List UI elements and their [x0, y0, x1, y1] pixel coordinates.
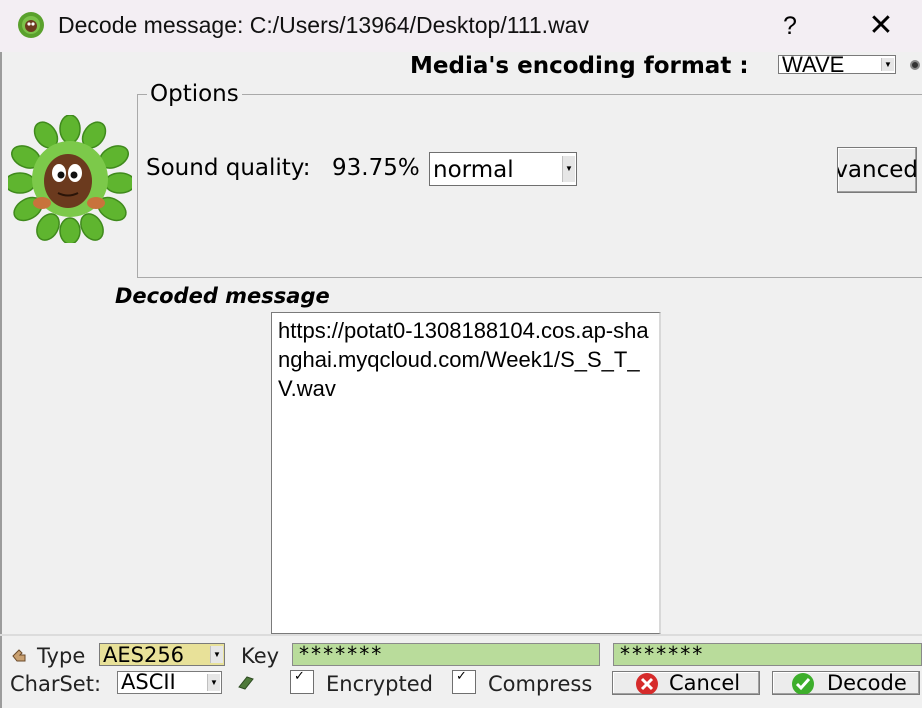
chevron-down-icon[interactable]: ▼	[881, 58, 894, 71]
quality-mode-value: normal	[433, 157, 514, 183]
sound-quality-label: Sound quality:	[146, 155, 311, 181]
encoding-format-select[interactable]: WAVE ▼	[778, 55, 896, 74]
chevron-down-icon[interactable]: ▼	[210, 646, 223, 663]
cancel-button-label: Cancel	[669, 671, 741, 695]
title-bar: Decode message: C:/Users/13964/Desktop/1…	[0, 0, 922, 52]
type-label: Type	[37, 644, 86, 668]
cancel-x-icon	[636, 673, 658, 694]
cancel-button[interactable]: Cancel	[612, 671, 760, 695]
charset-select[interactable]: ASCII ▼	[117, 670, 222, 694]
leaf-face-icon	[18, 12, 44, 38]
book-icon[interactable]	[237, 675, 255, 691]
hand-pointer-icon	[12, 649, 26, 662]
key-label: Key	[241, 644, 280, 668]
options-legend: Options	[147, 81, 242, 107]
decoded-message-textarea[interactable]: https://potat0-1308188104.cos.ap-shangha…	[271, 312, 661, 634]
chevron-down-icon[interactable]: ▼	[207, 674, 220, 691]
compress-checkbox[interactable]: ✓	[452, 670, 476, 694]
radio-dot-icon[interactable]	[910, 60, 920, 70]
chevron-down-icon[interactable]: ▼	[562, 156, 575, 182]
options-group	[137, 94, 922, 278]
sound-quality-value: 93.75%	[332, 155, 420, 181]
decode-button-label: Decode	[827, 671, 907, 695]
advanced-button[interactable]: Advanced	[837, 147, 917, 193]
decode-button[interactable]: Decode	[772, 671, 920, 695]
compress-label: Compress	[488, 672, 593, 696]
close-button[interactable]: ✕	[860, 6, 902, 46]
help-button[interactable]: ?	[772, 6, 808, 46]
charset-value: ASCII	[121, 670, 176, 694]
encrypted-label: Encrypted	[326, 672, 433, 696]
decoded-message-label: Decoded message	[115, 284, 330, 308]
encoding-format-value: WAVE	[782, 55, 845, 74]
check-icon	[792, 673, 814, 694]
charset-label: CharSet:	[10, 672, 102, 696]
leaf-character-icon	[8, 115, 132, 243]
encoding-format-label: Media's encoding format :	[410, 53, 749, 79]
advanced-button-label: Advanced	[837, 157, 917, 183]
type-value: AES256	[103, 643, 185, 667]
separator	[0, 634, 922, 636]
key-input[interactable]: *******	[292, 643, 600, 666]
decoded-message-text: https://potat0-1308188104.cos.ap-shangha…	[278, 318, 649, 401]
encrypted-checkbox[interactable]: ✓	[290, 670, 314, 694]
key-confirm-input[interactable]: *******	[613, 643, 922, 666]
window-title: Decode message: C:/Users/13964/Desktop/1…	[58, 12, 589, 38]
quality-mode-select[interactable]: normal ▼	[429, 152, 577, 186]
type-select[interactable]: AES256 ▼	[99, 643, 225, 667]
